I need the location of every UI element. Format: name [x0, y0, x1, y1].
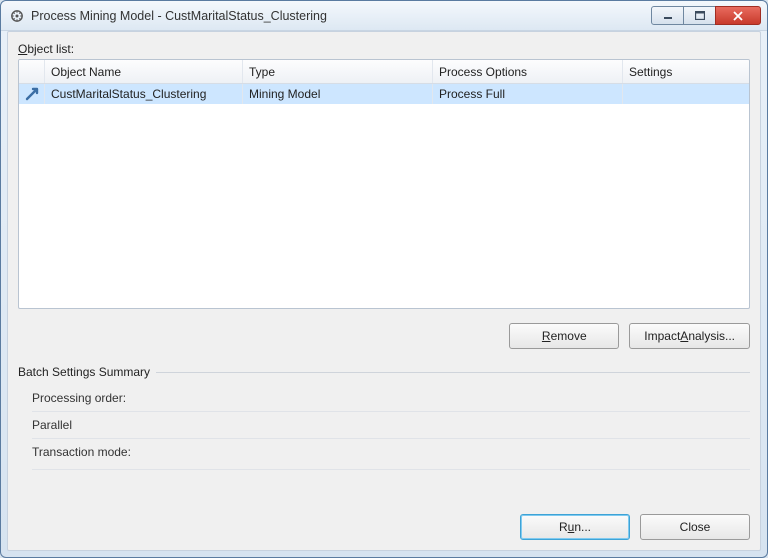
cell-settings: [623, 84, 749, 104]
cell-type: Mining Model: [243, 84, 433, 104]
remove-button[interactable]: Remove: [509, 323, 619, 349]
object-list-label: Object list:: [18, 42, 750, 56]
minimize-button[interactable]: [651, 6, 684, 25]
cell-object-name: CustMaritalStatus_Clustering: [45, 84, 243, 104]
column-settings[interactable]: Settings: [623, 60, 749, 83]
table-header: Object Name Type Process Options Setting…: [19, 60, 749, 84]
object-list-table: Object Name Type Process Options Setting…: [18, 59, 750, 309]
row-icon: [19, 84, 45, 104]
client-area: Object list: Object Name Type Process Op…: [7, 31, 761, 551]
dialog-window: Process Mining Model - CustMaritalStatus…: [0, 0, 768, 558]
processing-order-value: Parallel: [32, 411, 750, 438]
processing-order-label: Processing order:: [32, 385, 750, 411]
maximize-button[interactable]: [683, 6, 716, 25]
app-icon: [9, 8, 25, 24]
column-type[interactable]: Type: [243, 60, 433, 83]
run-button[interactable]: Run...: [520, 514, 630, 540]
table-action-row: Remove Impact Analysis...: [18, 323, 750, 349]
transaction-mode-label: Transaction mode:: [32, 438, 750, 465]
window-title: Process Mining Model - CustMaritalStatus…: [31, 9, 652, 23]
table-row[interactable]: CustMaritalStatus_Clustering Mining Mode…: [19, 84, 749, 104]
titlebar[interactable]: Process Mining Model - CustMaritalStatus…: [1, 1, 767, 31]
impact-analysis-button[interactable]: Impact Analysis...: [629, 323, 750, 349]
window-controls: [652, 6, 761, 25]
column-icon[interactable]: [19, 60, 45, 83]
close-window-button[interactable]: [715, 6, 761, 25]
column-object-name[interactable]: Object Name: [45, 60, 243, 83]
batch-settings-label: Batch Settings Summary: [18, 365, 750, 379]
dialog-buttons: Run... Close: [520, 514, 750, 540]
cell-process-options: Process Full: [433, 84, 623, 104]
batch-settings-summary: Processing order: Parallel Transaction m…: [18, 379, 750, 470]
summary-divider: [32, 469, 750, 470]
close-button[interactable]: Close: [640, 514, 750, 540]
column-process-options[interactable]: Process Options: [433, 60, 623, 83]
